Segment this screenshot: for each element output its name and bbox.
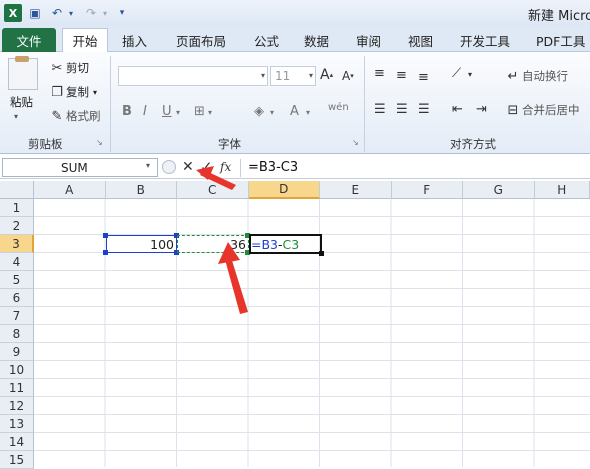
arrow-head-cell-c3 [218,242,240,264]
annotation-arrows [0,0,590,467]
arrow-to-cell-c3 [224,254,248,314]
